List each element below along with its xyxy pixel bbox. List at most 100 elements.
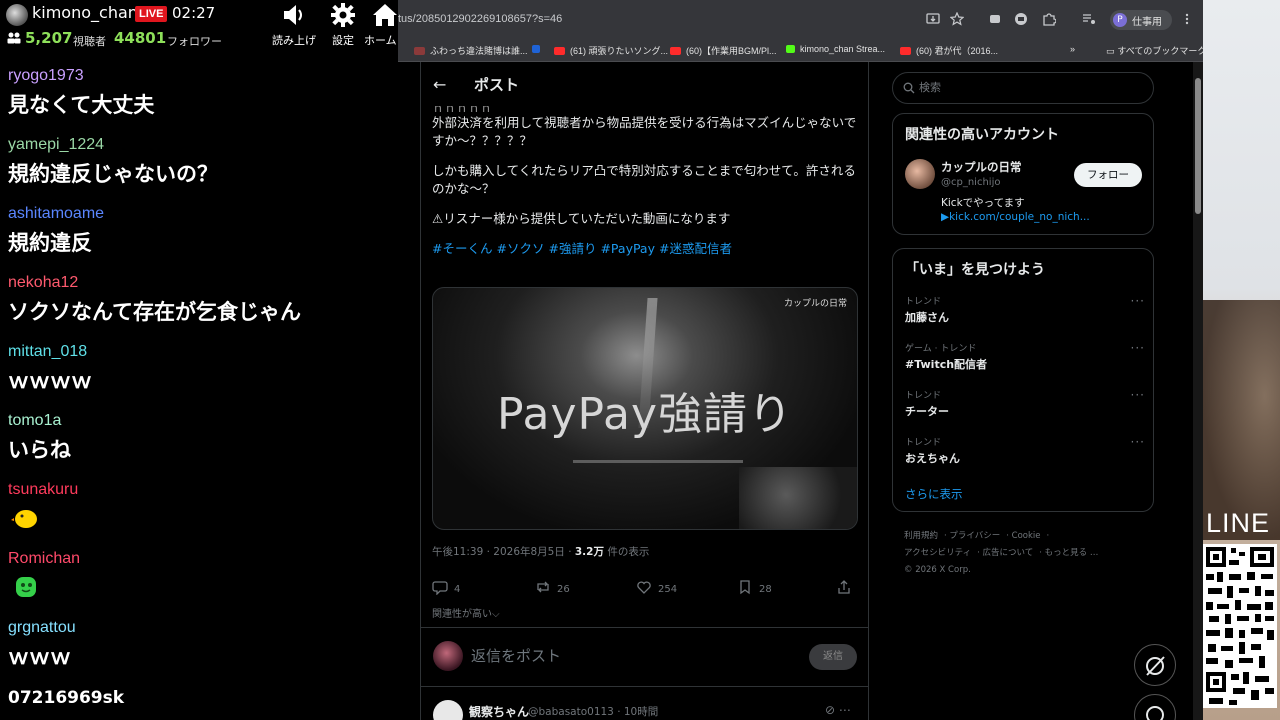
bookmark-star-icon[interactable] (950, 12, 964, 26)
chat-message: tomo1a いらね (0, 407, 398, 476)
extension-icon[interactable] (1014, 12, 1028, 26)
bookmark-item[interactable]: (61) 頑張りたいソング... (554, 44, 668, 58)
reply-sort-dropdown[interactable]: 関連性が高い⌵ (432, 605, 500, 620)
puzzle-icon[interactable] (1042, 12, 1056, 26)
read-aloud-button[interactable]: 読み上げ (270, 2, 318, 48)
footer-link[interactable]: もっと見る … (1045, 548, 1099, 558)
account-handle: @cp_nichijo (941, 177, 1001, 188)
media-control-icon[interactable] (1082, 12, 1096, 26)
reply-submit-button[interactable]: 返信 (809, 644, 857, 670)
chat-message: yamepi_1224 規約違反じゃないの？ (0, 131, 398, 200)
profile-chip[interactable]: P 仕事用 (1110, 10, 1172, 30)
trend-item[interactable]: ゲーム · トレンド #Twitch配信者 ··· (905, 341, 1145, 381)
trend-name: おえちゃん (905, 452, 960, 465)
like-count: 254 (658, 584, 678, 595)
chat-username[interactable]: nekoha12 (8, 269, 398, 297)
chat-username[interactable]: tomo1a (8, 407, 398, 435)
footer-link[interactable]: 広告について (982, 548, 1033, 558)
footer-links: 利用規約 · プライバシー · Cookie · アクセシビリティ · 広告について · … (904, 531, 1099, 575)
grok-button[interactable] (1134, 644, 1176, 686)
bookmark-button[interactable]: 28 (737, 579, 772, 597)
post-text: ｎｎｎｎｎ 外部決済を利用して視聴者から物品提供を受ける行為はマズイんじゃないで… (432, 106, 857, 270)
show-more-link[interactable]: さらに表示 (905, 486, 963, 502)
profile-avatar: P (1113, 13, 1127, 27)
bookmark-item[interactable]: (60)【作業用BGM/Pl... (670, 44, 777, 58)
post-hashtags: #そーくん #ソクソ #強請り #PayPay #迷惑配信者 (432, 240, 857, 258)
scrollbar-thumb[interactable] (1195, 78, 1201, 214)
account-name[interactable]: カップルの日常 (941, 159, 1022, 175)
install-app-icon[interactable] (926, 12, 940, 26)
like-button[interactable]: 254 (636, 579, 677, 597)
chat-username[interactable]: ashitamoame (8, 200, 398, 228)
footer-link[interactable]: Cookie (1012, 531, 1041, 541)
settings-button[interactable]: 設定 (319, 2, 367, 48)
hashtag-link[interactable]: #強請り (548, 241, 596, 256)
kebab-menu-icon[interactable] (1180, 12, 1194, 26)
streamer-avatar (6, 4, 28, 26)
post-time[interactable]: 午後11:39 · 2026年8月5日 · (432, 546, 575, 558)
share-button[interactable] (836, 579, 858, 597)
more-options-icon[interactable]: ··· (1131, 294, 1145, 308)
footer-link[interactable]: プライバシー (949, 531, 1000, 541)
bookmark-item[interactable]: ふわっち違法賭博は誰... (414, 44, 528, 58)
chat-text: 規約違反 (8, 231, 92, 255)
video-scene-bench (573, 460, 743, 484)
reply-button[interactable]: 4 (432, 579, 460, 597)
post-video[interactable]: カップルの日常 PayPay強請り (432, 287, 858, 530)
avatar[interactable] (905, 159, 935, 189)
chat-username[interactable]: ryogo1973 (8, 62, 398, 90)
trends-card: 「いま」を見つけよう トレンド 加藤さん ··· ゲーム · トレンド #Twi… (892, 248, 1154, 512)
search-input[interactable] (919, 81, 1139, 94)
hashtag-link[interactable]: #PayPay (600, 241, 655, 256)
chat-username[interactable]: Romichan (8, 545, 398, 573)
avatar[interactable] (433, 641, 463, 671)
reply-author-name[interactable]: 観察ちゃん (469, 703, 529, 720)
all-bookmarks-folder[interactable]: ▭ すべてのブックマーク (1106, 44, 1203, 57)
home-button[interactable]: ホーム (364, 2, 398, 48)
gear-icon (331, 3, 355, 27)
bookmark-item[interactable] (532, 44, 545, 58)
trend-item[interactable]: トレンド おえちゃん ··· (905, 435, 1145, 475)
chat-username[interactable]: mittan_018 (8, 338, 398, 366)
chat-text: 規約違反じゃないの？ (8, 162, 218, 186)
reply-post-preview[interactable]: 観察ちゃん @babasato0113 · 10時間 ⊘ ⋯ (421, 694, 868, 720)
bookmark-label: ふわっち違法賭博は誰... (430, 46, 528, 56)
follow-button[interactable]: フォロー (1074, 163, 1142, 187)
more-options-icon[interactable]: ⊘ ⋯ (825, 703, 851, 717)
footer-link[interactable]: 利用規約 (904, 531, 938, 541)
bookmark-item[interactable]: kimono_chan Strea... (786, 44, 885, 58)
youtube-icon (900, 47, 911, 55)
extension-icon[interactable] (988, 12, 1002, 26)
view-count: 3.2万 (574, 546, 604, 558)
more-options-icon[interactable]: ··· (1131, 341, 1145, 355)
chat-username[interactable]: yamepi_1224 (8, 131, 398, 159)
avatar[interactable] (433, 700, 463, 720)
bookmark-item[interactable]: (60) 君が代（2016... (900, 44, 998, 58)
footer-link[interactable]: アクセシビリティ (904, 548, 971, 558)
chat-text: いらね (8, 438, 71, 462)
trend-item[interactable]: トレンド 加藤さん ··· (905, 294, 1145, 334)
account-bio-link[interactable]: ▶kick.com/couple_no_nich... (941, 211, 1090, 223)
post-timestamp: 午後11:39 · 2026年8月5日 · 3.2万 件の表示 (432, 544, 649, 559)
hashtag-link[interactable]: #そーくん (432, 241, 492, 256)
messages-button[interactable] (1134, 694, 1176, 720)
more-options-icon[interactable]: ··· (1131, 388, 1145, 402)
repost-button[interactable]: 26 (535, 579, 570, 597)
bookmarks-overflow-icon[interactable]: » (1070, 44, 1075, 58)
chat-username[interactable]: 07216969sk (8, 683, 398, 713)
chat-username[interactable]: grgnattou (8, 614, 398, 642)
view-suffix: 件の表示 (603, 546, 650, 558)
chat-username[interactable]: tsunakuru (8, 476, 398, 504)
trend-item[interactable]: トレンド チーター ··· (905, 388, 1145, 428)
post-paragraph: しかも購入してくれたらリア凸で特別対応することまで匂わせて。許されるのかな～？ (432, 163, 856, 196)
hashtag-link[interactable]: #ソクソ (496, 241, 544, 256)
hashtag-link[interactable]: #迷惑配信者 (659, 241, 732, 256)
youtube-icon (670, 47, 681, 55)
bookmarks-bar: ふわっち違法賭博は誰... (61) 頑張りたいソング... (60)【作業用B… (398, 40, 1203, 62)
url-text[interactable]: tus/2085012902269108657?s=46 (398, 13, 562, 25)
more-options-icon[interactable]: ··· (1131, 435, 1145, 449)
search-box[interactable] (892, 72, 1154, 104)
reply-input[interactable] (471, 647, 771, 665)
back-arrow-icon[interactable]: ← (433, 75, 446, 94)
chat-text: 見なくて大丈夫 (8, 93, 155, 117)
